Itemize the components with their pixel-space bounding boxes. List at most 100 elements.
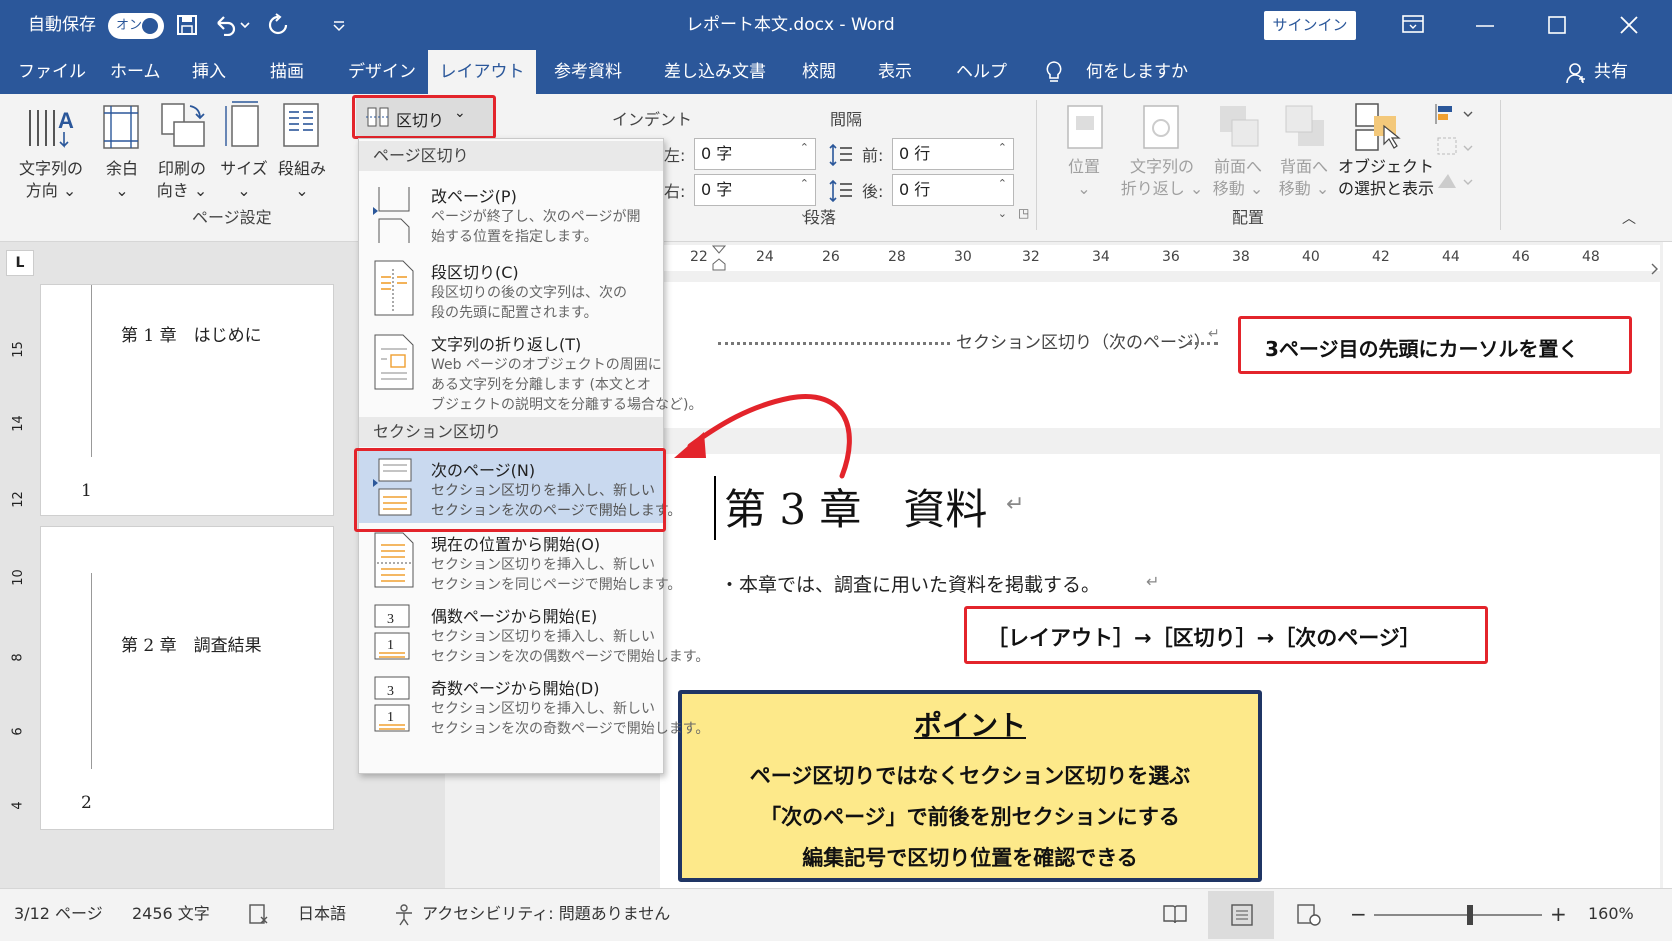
menu-item-even-page[interactable]: 31 偶数ページから開始(E) セクション区切りを挿入し、新しい セクションを次の… (359, 597, 709, 669)
tab-design[interactable]: デザイン (348, 50, 416, 94)
cursor-note-text: 3ページ目の先頭にカーソルを置く (1265, 337, 1579, 361)
page-thumbnail-1[interactable]: 第 1 章 はじめに 1 (40, 284, 334, 516)
tab-references[interactable]: 参考資料 (554, 50, 622, 94)
tell-me-search[interactable]: 何をしますか (1086, 50, 1188, 94)
point-lines: ページ区切りではなくセクション区切りを選ぶ 「次のページ」で前後を別セクションに… (682, 756, 1258, 879)
indent-header: インデント (612, 110, 693, 129)
tab-file[interactable]: ファイル (18, 50, 86, 94)
next-page-highlight (354, 448, 666, 532)
text-direction-button[interactable]: 文字列の 方向 ⌄ (14, 158, 88, 202)
signin-button[interactable]: サインイン (1264, 11, 1356, 40)
path-note-callout: ［レイアウト］→［区切り］→［次のページ］ (964, 606, 1488, 664)
accessibility-status[interactable]: アクセシビリティ: 問題ありません (422, 889, 670, 939)
menu-item-text-wrapping[interactable]: 文字列の折り返し(T) Web ページのオブジェクトの周囲に ある文字列を分離しま… (359, 325, 702, 413)
space-before-input[interactable]: 0 行⌃⌄ (892, 138, 1014, 184)
collapse-ribbon-icon[interactable]: ︿ (1622, 208, 1636, 228)
tab-review[interactable]: 校閲 (802, 50, 836, 94)
tab-insert[interactable]: 挿入 (192, 50, 226, 94)
autosave-toggle[interactable]: オン (108, 13, 164, 39)
word-count[interactable]: 2456 文字 (132, 889, 210, 939)
zoom-slider-thumb[interactable] (1466, 905, 1473, 925)
read-mode-icon[interactable] (1162, 903, 1188, 925)
ruler-tick: 26 (822, 249, 840, 265)
tab-stop-selector[interactable]: L (6, 250, 34, 276)
bring-forward-label-2: 移動 (1212, 179, 1245, 198)
paragraph-mark: ↵ (1006, 492, 1025, 517)
columns-button[interactable]: 段組み ⌄ (276, 158, 328, 202)
group-page-setup: ページ設定 (192, 208, 272, 227)
menu-item-title: 奇数ページから開始(D) (431, 679, 600, 698)
ruler-tick: 44 (1442, 249, 1460, 265)
section-breaks-header: セクション区切り (359, 417, 663, 447)
undo-icon[interactable] (214, 14, 250, 36)
group-arrange: 配置 (1232, 208, 1265, 227)
menu-item-continuous[interactable]: 現在の位置から開始(O) セクション区切りを挿入し、新しい セクションを同じページ… (359, 525, 681, 597)
column-break-icon (374, 260, 414, 316)
bring-forward-label-1: 前面へ (1213, 157, 1262, 176)
tab-view[interactable]: 表示 (878, 50, 912, 94)
lightbulb-icon (1046, 61, 1062, 82)
tab-layout[interactable]: レイアウト (428, 50, 536, 94)
menu-item-title: 文字列の折り返し(T) (431, 335, 582, 354)
menu-item-column-break[interactable]: 段区切り(C) 段区切りの後の文字列は、次の 段の先頭に配置されます。 (359, 253, 663, 325)
ruler-tick: 42 (1372, 249, 1390, 265)
orientation-label-2: 向き (156, 181, 189, 200)
zoom-in-button[interactable]: + (1550, 889, 1567, 939)
ruler-tick: 22 (690, 249, 708, 265)
maximize-icon[interactable] (1548, 16, 1566, 34)
space-after-input[interactable]: 0 行 ⌃ ⌄ (892, 174, 1014, 220)
indent-marker-icon[interactable] (712, 245, 726, 271)
indent-left-input[interactable]: 0 字⌃⌄ (694, 138, 816, 184)
ribbon-display-icon[interactable] (1402, 14, 1424, 34)
size-button[interactable]: サイズ ⌄ (218, 158, 270, 202)
save-icon[interactable] (176, 14, 198, 36)
selection-pane-button[interactable]: オブジェクト の選択と表示 (1338, 156, 1434, 200)
tab-mailings[interactable]: 差し込み文書 (664, 50, 766, 94)
path-note-text: ［レイアウト］→［区切り］→［次のページ］ (987, 626, 1421, 650)
send-backward-button[interactable]: 背面へ 移動 ⌄ (1272, 156, 1336, 200)
menu-item-page-break[interactable]: 改ページ(P) ページが終了し、次のページが開 始する位置を指定します。 (359, 177, 663, 253)
bring-forward-button[interactable]: 前面へ 移動 ⌄ (1206, 156, 1270, 200)
minimize-icon[interactable] (1476, 24, 1494, 28)
status-bar: 3/12 ページ 2456 文字 日本語 アクセシビリティ: 問題ありません −… (0, 888, 1672, 941)
text-direction-label-1: 文字列の (18, 159, 83, 178)
ribbon-layout: A 文字列の 方向 ⌄ 余白 ⌄ 印刷の 向き ⌄ サイズ ⌄ 段組み ⌄ ページ設定… (0, 94, 1672, 242)
text-direction-label-2: 方向 (25, 181, 58, 200)
language[interactable]: 日本語 (298, 889, 346, 939)
position-button[interactable]: 位置 ⌄ (1056, 156, 1112, 200)
tab-help[interactable]: ヘルプ (956, 50, 1007, 94)
even-page-icon: 31 (374, 604, 410, 660)
align-group-icons[interactable] (1434, 102, 1474, 192)
body-paragraph[interactable]: ・本章では、調査に用いた資料を掲載する。 (720, 570, 1100, 597)
menu-item-desc: セクション区切りを挿入し、新しい セクションを同じページで開始します。 (431, 557, 682, 593)
page-thumbnail-2[interactable]: 第 2 章 調査結果 2 (40, 526, 334, 830)
paragraph-mark: ↵ (1146, 572, 1160, 591)
selection-pane-icon (1355, 103, 1401, 151)
page-breaks-header: ページ区切り (359, 141, 663, 171)
orientation-button[interactable]: 印刷の 向き ⌄ (150, 158, 214, 202)
space-before-label: 前: (862, 146, 884, 165)
zoom-slider[interactable] (1374, 905, 1542, 925)
point-line: 「次のページ」で前後を別セクションにする (760, 805, 1180, 829)
zoom-out-button[interactable]: − (1350, 889, 1367, 939)
vertical-ruler: 15 14 12 10 8 6 4 (0, 280, 36, 880)
close-icon[interactable] (1620, 16, 1638, 34)
menu-item-odd-page[interactable]: 31 奇数ページから開始(D) セクション区切りを挿入し、新しい セクションを次の… (359, 669, 709, 741)
wrap-text-label-1: 文字列の (1129, 157, 1194, 176)
proofing-icon[interactable] (248, 903, 270, 925)
share-button[interactable]: 共有 (1594, 50, 1628, 94)
print-layout-button[interactable] (1208, 891, 1274, 939)
web-layout-icon[interactable] (1296, 903, 1322, 927)
tab-draw[interactable]: 描画 (270, 50, 304, 94)
tab-home[interactable]: ホーム (110, 50, 161, 94)
margins-button[interactable]: 余白 ⌄ (96, 158, 148, 202)
redo-icon[interactable] (266, 13, 290, 37)
paragraph-dialog-launcher-icon[interactable]: ◳ (1018, 206, 1029, 220)
wrap-text-button[interactable]: 文字列の 折り返し ⌄ (1120, 156, 1204, 200)
indent-left-value: 0 字 (701, 144, 733, 163)
group-divider (1036, 100, 1037, 230)
page-count[interactable]: 3/12 ページ (14, 889, 103, 939)
customize-qat-icon[interactable] (332, 20, 346, 32)
zoom-level[interactable]: 160% (1588, 889, 1634, 939)
indent-right-input[interactable]: 0 字 ⌃ ⌄ (694, 174, 816, 220)
